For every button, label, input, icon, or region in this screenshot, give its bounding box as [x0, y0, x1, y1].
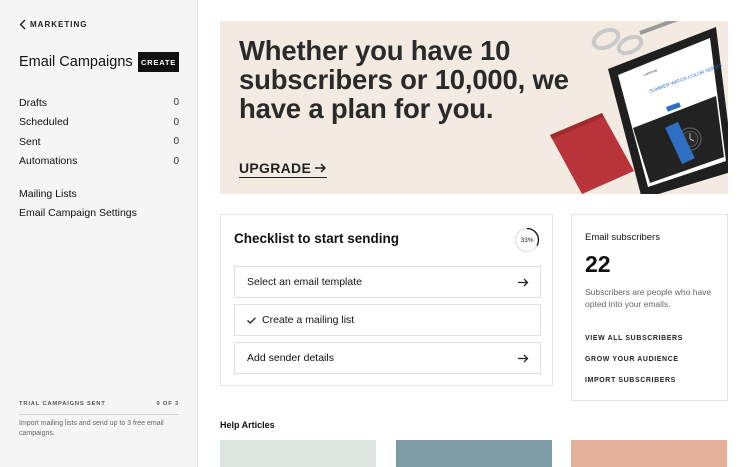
- sidebar-item-label: Drafts: [19, 96, 48, 109]
- trial-campaigns-panel: TRIAL CAMPAIGNS SENT 0 OF 3 Import maili…: [19, 401, 179, 439]
- checklist-progress-ring: 33%: [514, 227, 540, 253]
- task-label-wrap: Create a mailing list: [247, 314, 354, 326]
- sidebar-item-count: 0: [173, 97, 179, 109]
- sidebar-item-count: 0: [173, 116, 179, 128]
- sidebar-item-sent[interactable]: Sent 0: [19, 132, 179, 152]
- arrow-right-icon: [315, 163, 327, 173]
- subscribers-count: 22: [585, 251, 611, 277]
- sidebar-title-row: Email Campaigns CREATE: [19, 52, 179, 72]
- back-link-label: MARKETING: [30, 20, 88, 29]
- task-label: Add sender details: [247, 352, 334, 364]
- view-all-subscribers-link[interactable]: VIEW ALL SUBSCRIBERS: [585, 335, 683, 342]
- sidebar-item-mailing-lists[interactable]: Mailing Lists: [19, 184, 179, 204]
- trial-campaigns-header: TRIAL CAMPAIGNS SENT 0 OF 3: [19, 401, 179, 407]
- help-article-card[interactable]: [396, 440, 552, 467]
- subscribers-title: Email subscribers: [585, 232, 660, 243]
- task-label: Create a mailing list: [262, 314, 355, 326]
- trial-campaigns-value: 0 OF 3: [156, 401, 179, 407]
- task-create-mailing-list[interactable]: Create a mailing list: [234, 304, 541, 336]
- help-articles-title: Help Articles: [220, 420, 275, 430]
- help-article-card[interactable]: [571, 440, 727, 467]
- task-select-email-template[interactable]: Select an email template: [234, 266, 541, 298]
- grow-your-audience-link[interactable]: GROW YOUR AUDIENCE: [585, 356, 679, 363]
- sidebar-item-email-campaign-settings[interactable]: Email Campaign Settings: [19, 204, 179, 224]
- sidebar: MARKETING Email Campaigns CREATE Drafts …: [0, 0, 198, 467]
- main-content: Whether you have 10 subscribers or 10,00…: [198, 0, 750, 467]
- subscribers-description: Subscribers are people who have opted in…: [585, 287, 712, 309]
- banner-illustration: Loremvie SUMMER WATCH COLOR SERIES: [550, 21, 728, 194]
- campaign-status-list: Drafts 0 Scheduled 0 Sent 0 Automations …: [19, 93, 179, 171]
- help-article-card[interactable]: [220, 440, 376, 467]
- upgrade-label: UPGRADE: [239, 160, 312, 176]
- sidebar-item-drafts[interactable]: Drafts 0: [19, 93, 179, 113]
- sidebar-item-scheduled[interactable]: Scheduled 0: [19, 113, 179, 133]
- check-icon: [247, 316, 256, 324]
- sidebar-item-label: Automations: [19, 155, 78, 168]
- arrow-right-icon: [518, 354, 529, 362]
- sidebar-item-automations[interactable]: Automations 0: [19, 152, 179, 172]
- sidebar-item-label: Sent: [19, 135, 41, 148]
- create-button[interactable]: CREATE: [138, 52, 179, 72]
- email-subscribers-card: Email subscribers 22 Subscribers are peo…: [571, 214, 728, 401]
- trial-progress-bar: [19, 414, 179, 415]
- upgrade-banner: Whether you have 10 subscribers or 10,00…: [220, 21, 728, 194]
- sidebar-item-label: Scheduled: [19, 116, 69, 129]
- chevron-left-icon: [19, 19, 26, 30]
- notebook-icon: [550, 113, 634, 194]
- sidebar-item-count: 0: [173, 155, 179, 167]
- banner-headline: Whether you have 10 subscribers or 10,00…: [239, 35, 569, 124]
- trial-campaigns-label: TRIAL CAMPAIGNS SENT: [19, 401, 106, 407]
- sidebar-links: Mailing Lists Email Campaign Settings: [19, 184, 179, 223]
- page-title: Email Campaigns: [19, 54, 133, 70]
- upgrade-link[interactable]: UPGRADE: [239, 160, 328, 178]
- checklist-title: Checklist to start sending: [234, 231, 400, 246]
- arrow-right-icon: [518, 278, 529, 286]
- sidebar-item-count: 0: [173, 136, 179, 148]
- import-subscribers-link[interactable]: IMPORT SUBSCRIBERS: [585, 377, 676, 384]
- checklist-progress-label: 33%: [520, 236, 534, 244]
- task-label: Select an email template: [247, 276, 362, 288]
- back-to-marketing-link[interactable]: MARKETING: [19, 19, 87, 30]
- task-add-sender-details[interactable]: Add sender details: [234, 342, 541, 374]
- trial-description: Import mailing lists and send up to 3 fr…: [19, 420, 164, 437]
- checklist-card: Checklist to start sending 33% Select an…: [220, 214, 553, 386]
